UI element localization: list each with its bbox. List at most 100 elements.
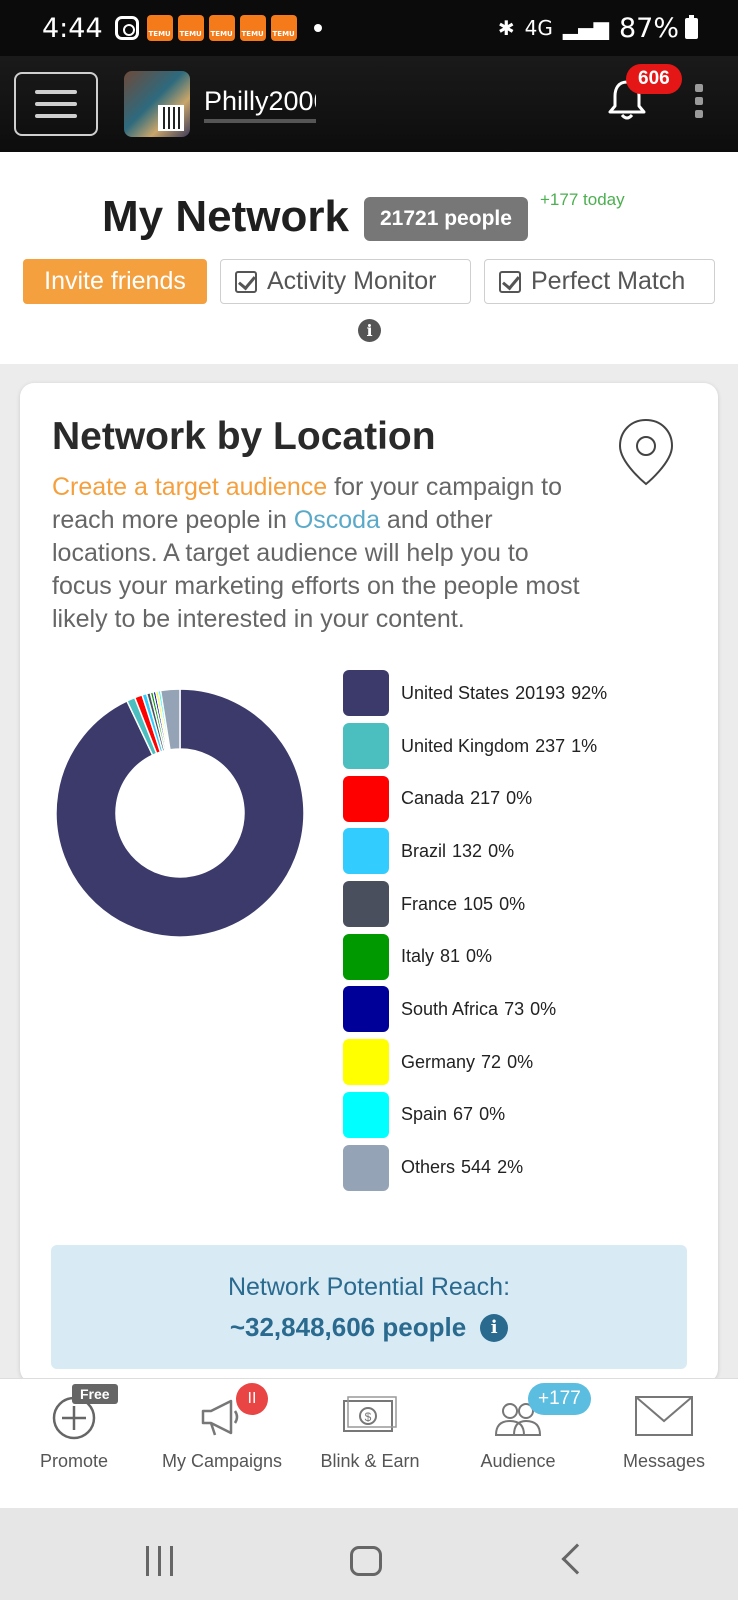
activity-monitor-label: Activity Monitor bbox=[267, 267, 437, 295]
nav-messages[interactable]: Messages bbox=[590, 1379, 738, 1509]
temu-notification-icon: TEMU bbox=[146, 15, 173, 41]
legend-country: Others bbox=[401, 1157, 456, 1178]
create-target-audience-link[interactable]: Create a target audience bbox=[52, 473, 327, 501]
legend-count: 132 bbox=[452, 840, 483, 861]
more-notifications-dot bbox=[313, 24, 322, 32]
card-description: Create a target audience for your campai… bbox=[52, 473, 580, 633]
signal-icon: ▂▄▆ bbox=[562, 16, 609, 40]
free-tag: Free bbox=[72, 1384, 118, 1404]
battery-icon bbox=[685, 14, 698, 39]
legend-country: Spain bbox=[401, 1104, 448, 1125]
nav-promote[interactable]: Free Promote bbox=[0, 1379, 148, 1509]
legend-label: Italy 81 0% bbox=[401, 946, 498, 967]
nav-audience[interactable]: +177 Audience bbox=[444, 1379, 592, 1509]
legend-item: Italy 81 0% bbox=[343, 930, 613, 983]
more-options-icon[interactable] bbox=[695, 84, 703, 118]
legend-item: France 105 0% bbox=[343, 878, 613, 931]
bluetooth-icon: ✱ bbox=[497, 16, 515, 40]
legend-percent: 0% bbox=[466, 946, 493, 967]
legend-item: Others 544 2% bbox=[343, 1141, 613, 1194]
money-icon: $ bbox=[343, 1396, 397, 1432]
network-type: 4G bbox=[524, 16, 553, 40]
legend-count: 217 bbox=[470, 788, 501, 809]
checkbox-icon bbox=[235, 270, 257, 293]
legend-percent: 0% bbox=[479, 1104, 506, 1125]
temu-notification-icon: TEMU bbox=[177, 15, 204, 41]
nav-messages-label: Messages bbox=[622, 1451, 706, 1471]
legend-percent: 0% bbox=[499, 893, 526, 914]
username[interactable]: Philly2000 bbox=[204, 86, 316, 123]
system-navigation-bar bbox=[0, 1508, 738, 1600]
nav-audience-label: Audience bbox=[480, 1451, 556, 1471]
legend-percent: 0% bbox=[507, 1051, 534, 1072]
today-growth: +177 today bbox=[540, 190, 625, 209]
network-reach-box: Network Potential Reach: ~32,848,606 peo… bbox=[51, 1245, 687, 1369]
legend-item: South Africa 73 0% bbox=[343, 983, 613, 1036]
reach-label: Network Potential Reach: bbox=[227, 1273, 511, 1301]
status-bar: 4:44 TEMU TEMU TEMU TEMU TEMU ✱ 4G ▂▄▆ 8… bbox=[0, 0, 738, 56]
people-count-badge: 21721 people bbox=[364, 197, 528, 241]
temu-notification-icon: TEMU bbox=[270, 15, 297, 41]
recent-apps-button[interactable] bbox=[146, 1546, 173, 1576]
perfect-match-label: Perfect Match bbox=[531, 267, 686, 295]
network-header: My Network 21721 people +177 today Invit… bbox=[0, 152, 738, 364]
legend-label: France 105 0% bbox=[401, 894, 531, 915]
location-donut-chart bbox=[55, 688, 305, 938]
reach-value: ~32,848,606 people bbox=[229, 1312, 467, 1342]
legend-swatch bbox=[343, 828, 389, 875]
legend-label: South Africa 73 0% bbox=[401, 999, 562, 1020]
legend-count: 237 bbox=[535, 735, 566, 756]
legend-percent: 0% bbox=[488, 840, 515, 861]
legend-label: United Kingdom 237 1% bbox=[401, 736, 603, 757]
legend-label: Others 544 2% bbox=[401, 1157, 529, 1178]
info-icon[interactable]: i bbox=[480, 1313, 509, 1342]
location-pin-icon[interactable] bbox=[616, 417, 676, 487]
legend-swatch bbox=[343, 881, 389, 928]
hamburger-menu-button[interactable] bbox=[14, 72, 98, 136]
legend-swatch bbox=[343, 670, 389, 717]
legend-swatch bbox=[343, 986, 389, 1033]
legend-swatch bbox=[343, 1039, 389, 1086]
legend-country: Brazil bbox=[401, 840, 447, 861]
legend-label: Brazil 132 0% bbox=[401, 841, 520, 862]
legend-country: Germany bbox=[401, 1051, 476, 1072]
home-button[interactable] bbox=[350, 1546, 382, 1576]
legend-label: Canada 217 0% bbox=[401, 788, 538, 809]
nav-my-campaigns[interactable]: II My Campaigns bbox=[148, 1379, 296, 1509]
legend-label: United States 20193 92% bbox=[401, 683, 613, 704]
nav-blink-label: Blink & Earn bbox=[320, 1451, 420, 1471]
status-time: 4:44 bbox=[42, 12, 103, 44]
envelope-icon bbox=[635, 1396, 693, 1436]
legend-count: 544 bbox=[461, 1157, 492, 1178]
invite-friends-button[interactable]: Invite friends bbox=[23, 259, 207, 304]
nav-blink-earn[interactable]: $ Blink & Earn bbox=[296, 1379, 444, 1509]
checkbox-icon bbox=[499, 270, 521, 293]
svg-text:$: $ bbox=[365, 1410, 372, 1424]
legend-percent: 0% bbox=[506, 788, 533, 809]
legend-percent: 92% bbox=[571, 682, 608, 703]
activity-monitor-button[interactable]: Activity Monitor bbox=[220, 259, 471, 304]
city-link[interactable]: Oscoda bbox=[294, 506, 380, 534]
back-button[interactable] bbox=[561, 1543, 593, 1575]
bottom-nav: Free Promote II My Campaigns $ Blink & E… bbox=[0, 1378, 738, 1508]
legend-percent: 2% bbox=[497, 1157, 524, 1178]
legend-country: South Africa bbox=[401, 998, 499, 1019]
legend-percent: 0% bbox=[530, 998, 557, 1019]
network-by-location-card: Network by Location Create a target audi… bbox=[20, 383, 718, 1383]
page-title: My Network bbox=[102, 192, 349, 241]
legend-swatch bbox=[343, 1144, 389, 1191]
legend-item: Canada 217 0% bbox=[343, 772, 613, 825]
legend-swatch bbox=[343, 775, 389, 822]
app-header: Philly2000 606 bbox=[0, 56, 738, 152]
avatar[interactable] bbox=[124, 71, 190, 137]
legend-count: 73 bbox=[504, 998, 525, 1019]
audience-badge: +177 bbox=[528, 1383, 591, 1415]
legend-swatch bbox=[343, 1091, 389, 1138]
legend-item: Germany 72 0% bbox=[343, 1036, 613, 1089]
info-icon[interactable]: i bbox=[358, 319, 381, 342]
battery-level: 87% bbox=[618, 12, 679, 44]
legend-country: France bbox=[401, 893, 458, 914]
perfect-match-button[interactable]: Perfect Match bbox=[484, 259, 715, 304]
notification-badge[interactable]: 606 bbox=[626, 64, 682, 94]
legend-percent: 1% bbox=[571, 735, 598, 756]
